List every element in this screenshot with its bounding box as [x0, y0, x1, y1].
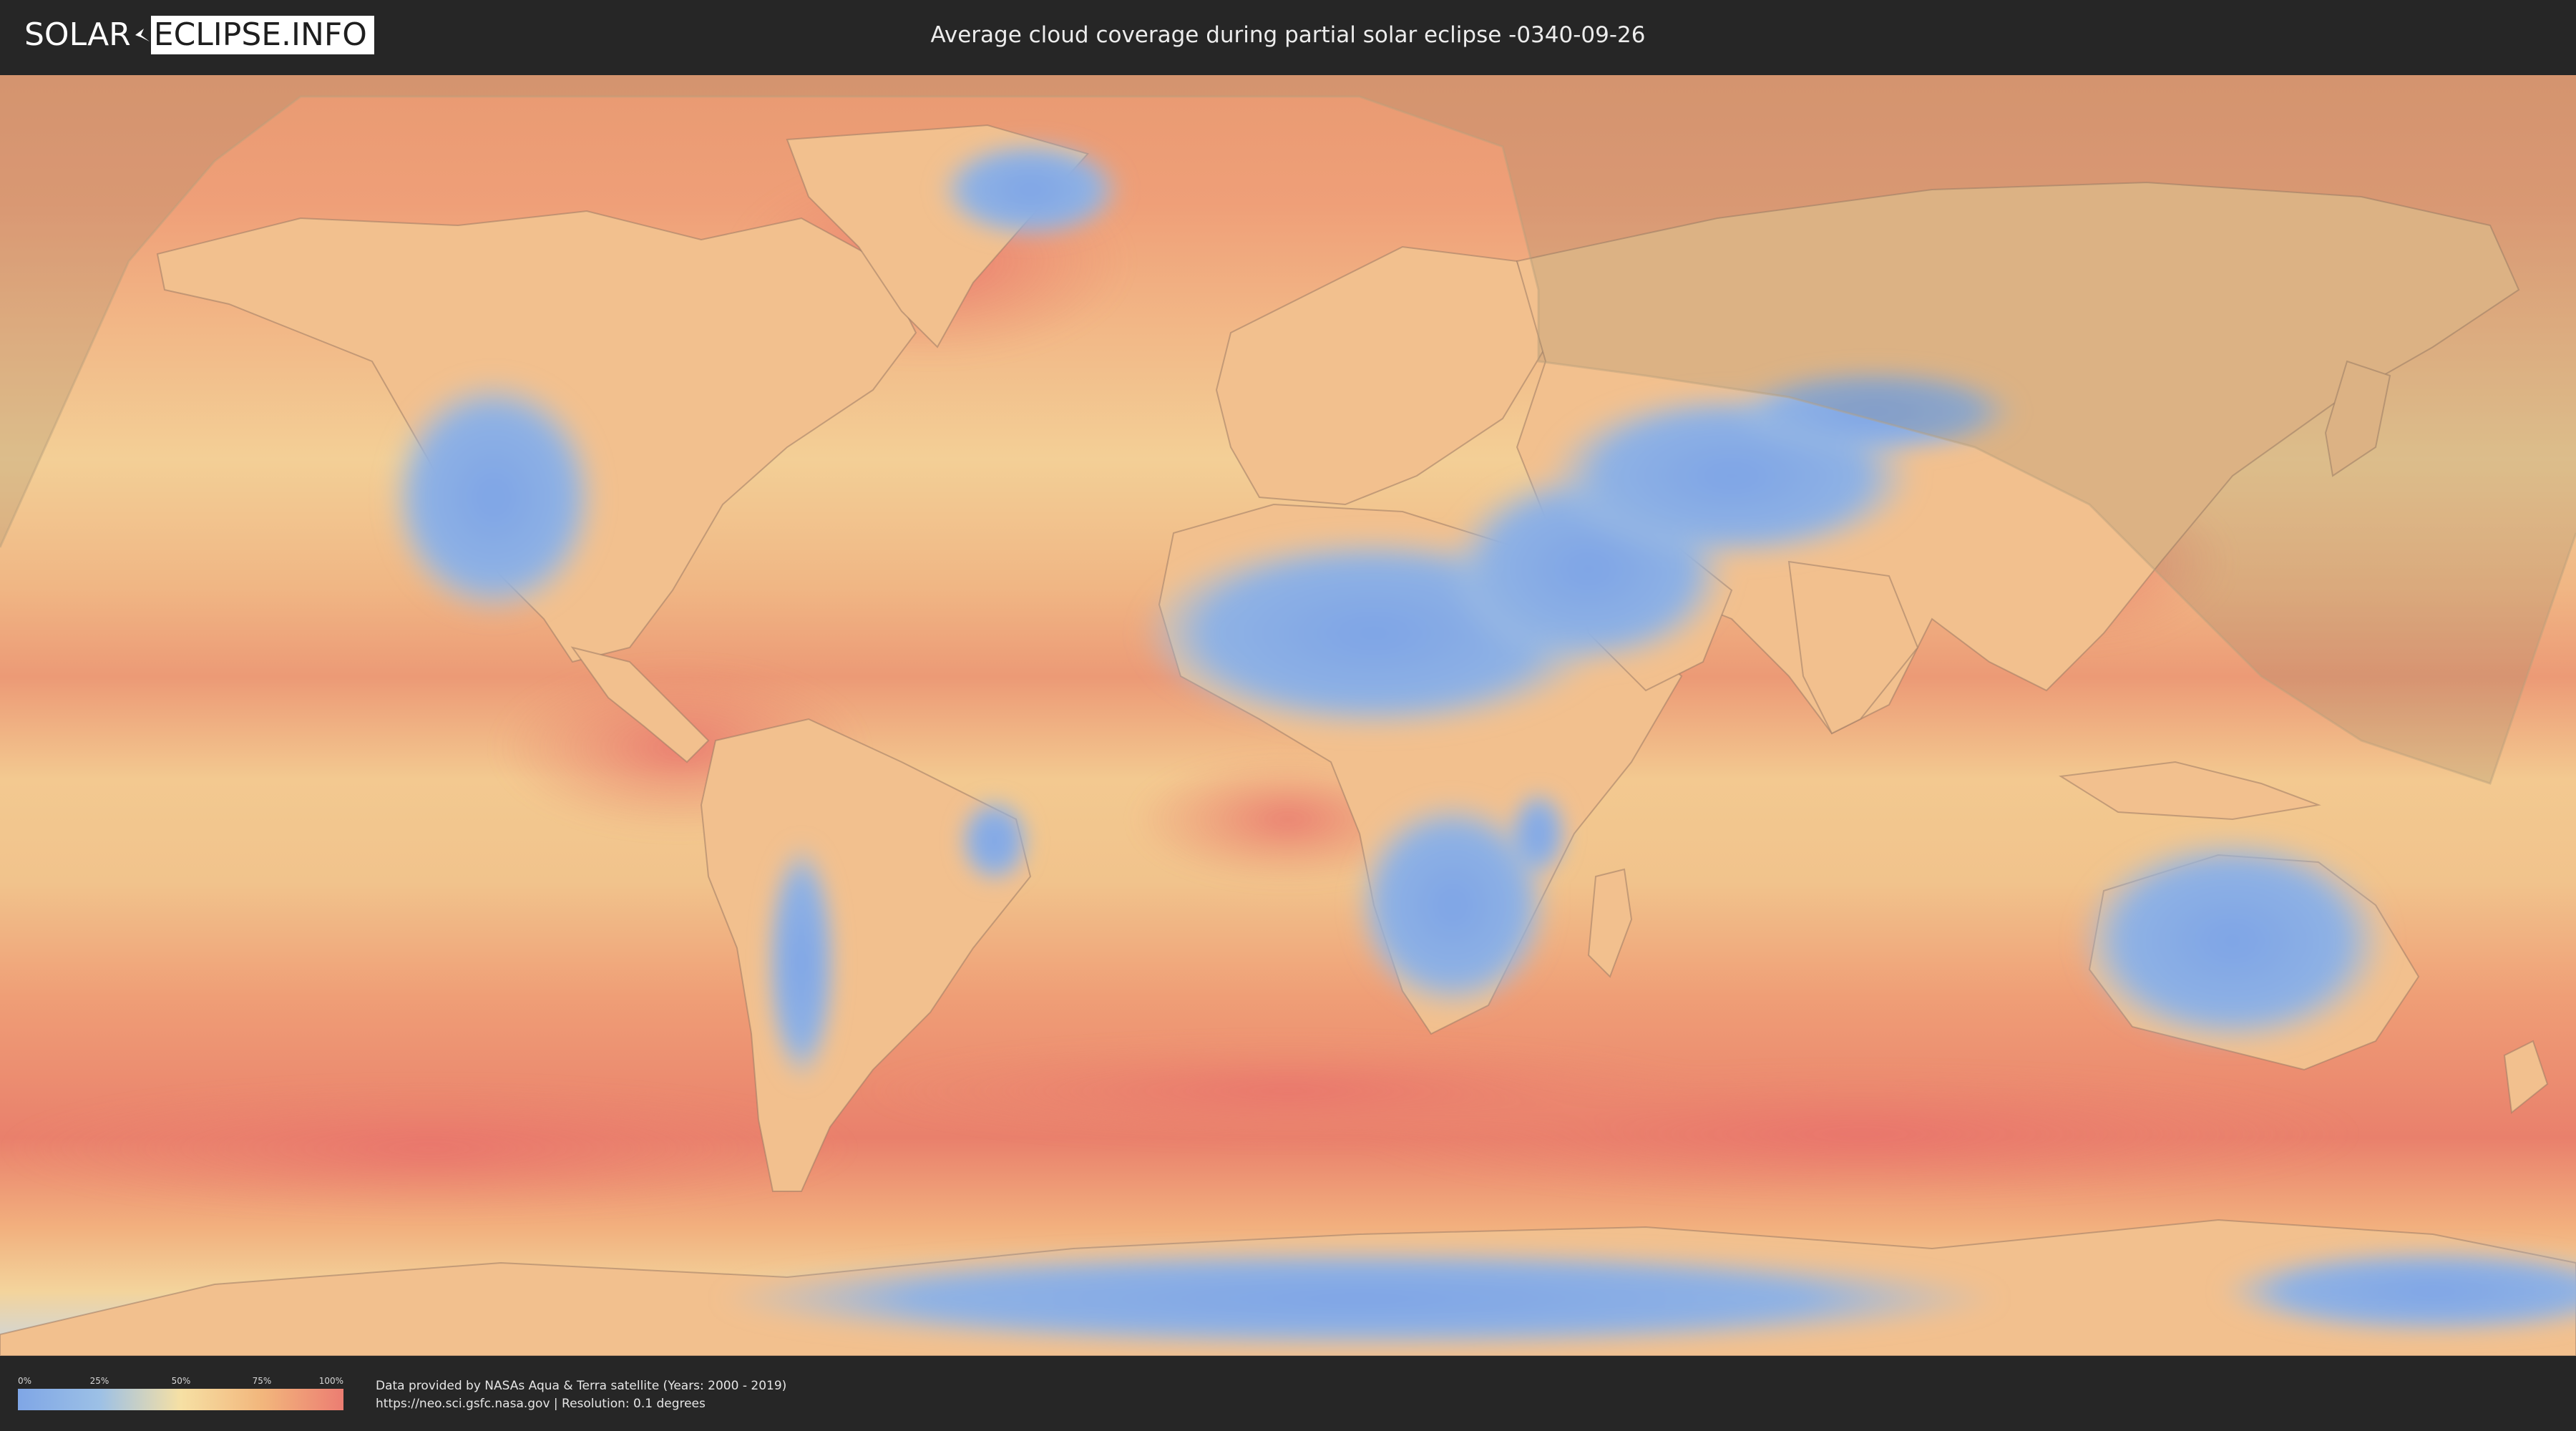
credits-line-2: https://neo.sci.gsfc.nasa.gov | Resoluti… — [376, 1397, 706, 1411]
footer-bar: 0% 25% 50% 75% 100% Data provided by NAS… — [0, 1356, 2576, 1431]
legend-tick-50: 50% — [171, 1376, 191, 1386]
page-title: Average cloud coverage during partial so… — [930, 22, 1646, 48]
legend-tick-75: 75% — [252, 1376, 272, 1386]
app-root: SOLAR ECLIPSE.INFO Average cloud coverag… — [0, 0, 2576, 1431]
legend-tick-0: 0% — [18, 1376, 32, 1386]
legend-tick-100: 100% — [318, 1376, 343, 1386]
world-map — [0, 75, 2576, 1356]
legend-color-scale — [18, 1389, 343, 1410]
cloud-coverage-map[interactable] — [0, 75, 2576, 1356]
credits-line-1: Data provided by NASAs Aqua & Terra sate… — [376, 1379, 787, 1393]
data-credits: Data provided by NASAs Aqua & Terra sate… — [376, 1377, 786, 1413]
header-bar: SOLAR ECLIPSE.INFO Average cloud coverag… — [0, 0, 2576, 72]
legend-tick-25: 25% — [89, 1376, 109, 1386]
cloud-coverage-legend: 0% 25% 50% 75% 100% — [18, 1376, 343, 1412]
